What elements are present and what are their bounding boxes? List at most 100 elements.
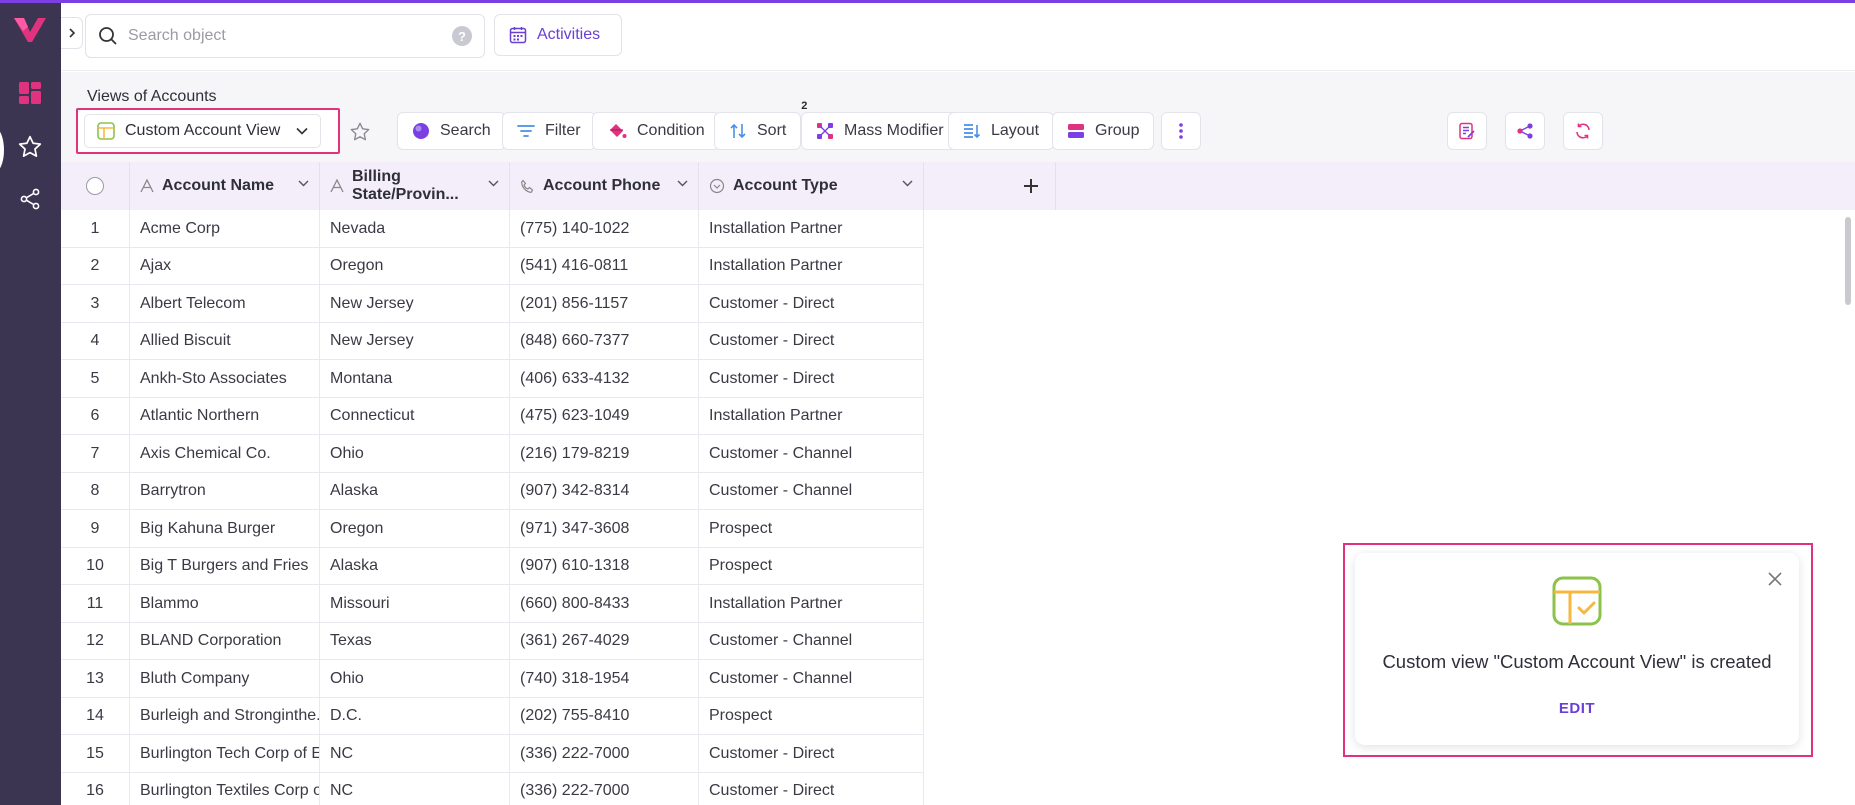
- table-row[interactable]: 2 Ajax Oregon (541) 416-0811 Installation Pa…: [61, 247, 924, 285]
- cell-billing-state[interactable]: New Jersey: [320, 285, 510, 323]
- view-selector-dropdown[interactable]: Custom Account View: [84, 114, 321, 148]
- cell-account-phone[interactable]: (336) 222-7000: [510, 772, 699, 805]
- cell-billing-state[interactable]: Montana: [320, 360, 510, 398]
- cell-account-phone[interactable]: (660) 800-8433: [510, 585, 699, 623]
- cell-billing-state[interactable]: Alaska: [320, 472, 510, 510]
- cell-account-type[interactable]: Customer - Channel: [699, 660, 924, 698]
- cell-account-phone[interactable]: (216) 179-8219: [510, 435, 699, 473]
- table-row[interactable]: 11 Blammo Missouri (660) 800-8433 Installati…: [61, 585, 924, 623]
- chevron-down-icon[interactable]: [902, 180, 913, 187]
- cell-account-name[interactable]: BLAND Corporation: [130, 622, 320, 660]
- cell-account-type[interactable]: Customer - Direct: [699, 322, 924, 360]
- cell-account-phone[interactable]: (201) 856-1157: [510, 285, 699, 323]
- cell-billing-state[interactable]: Connecticut: [320, 397, 510, 435]
- toast-edit-link[interactable]: EDIT: [1355, 700, 1799, 717]
- table-row[interactable]: 6 Atlantic Northern Connecticut (475) 623-1…: [61, 397, 924, 435]
- cell-account-name[interactable]: Ajax: [130, 247, 320, 285]
- cell-account-type[interactable]: Customer - Direct: [699, 772, 924, 805]
- table-row[interactable]: 14 Burleigh and Stronginthe... D.C. (202) 7…: [61, 697, 924, 735]
- table-row[interactable]: 1 Acme Corp Nevada (775) 140-1022 Installati…: [61, 210, 924, 248]
- table-row[interactable]: 13 Bluth Company Ohio (740) 318-1954 Custome…: [61, 660, 924, 698]
- cell-account-name[interactable]: Big Kahuna Burger: [130, 510, 320, 548]
- table-row[interactable]: 5 Ankh-Sto Associates Montana (406) 633-413…: [61, 360, 924, 398]
- column-header-account-type[interactable]: Account Type: [699, 162, 924, 210]
- favorites-star-icon[interactable]: [16, 133, 44, 161]
- cell-account-type[interactable]: Installation Partner: [699, 210, 924, 248]
- refresh-button[interactable]: [1563, 112, 1603, 150]
- cell-account-name[interactable]: Big T Burgers and Fries: [130, 547, 320, 585]
- group-button[interactable]: Group: [1052, 112, 1155, 150]
- cell-billing-state[interactable]: NC: [320, 735, 510, 773]
- layout-button[interactable]: Layout: [948, 112, 1055, 150]
- cell-account-type[interactable]: Customer - Direct: [699, 360, 924, 398]
- share-icon[interactable]: [16, 185, 44, 213]
- activities-button[interactable]: Activities: [494, 14, 622, 56]
- table-row[interactable]: 15 Burlington Tech Corp of E... NC (336) 22…: [61, 735, 924, 773]
- cell-account-name[interactable]: Atlantic Northern: [130, 397, 320, 435]
- chevron-down-icon[interactable]: [298, 180, 309, 187]
- cell-account-phone[interactable]: (907) 610-1318: [510, 547, 699, 585]
- column-header-account-name[interactable]: Account Name: [130, 162, 320, 210]
- cell-account-name[interactable]: Albert Telecom: [130, 285, 320, 323]
- cell-account-name[interactable]: Burlington Tech Corp of E...: [130, 735, 320, 773]
- cell-account-phone[interactable]: (336) 222-7000: [510, 735, 699, 773]
- cell-billing-state[interactable]: Missouri: [320, 585, 510, 623]
- table-row[interactable]: 3 Albert Telecom New Jersey (201) 856-1157 C…: [61, 285, 924, 323]
- table-row[interactable]: 10 Big T Burgers and Fries Alaska (907) 610…: [61, 547, 924, 585]
- mass-modifier-button[interactable]: Mass Modifier: [801, 112, 959, 150]
- cell-billing-state[interactable]: D.C.: [320, 697, 510, 735]
- chevron-down-icon[interactable]: [488, 180, 499, 187]
- help-icon[interactable]: ?: [452, 26, 472, 46]
- dashboard-icon[interactable]: [16, 79, 44, 107]
- cell-account-phone[interactable]: (541) 416-0811: [510, 247, 699, 285]
- select-all-checkbox[interactable]: [86, 177, 104, 195]
- cell-account-phone[interactable]: (475) 623-1049: [510, 397, 699, 435]
- search-input[interactable]: [128, 27, 452, 45]
- cell-account-type[interactable]: Customer - Channel: [699, 622, 924, 660]
- sort-button[interactable]: Sort 2: [714, 99, 811, 150]
- cell-account-name[interactable]: Barrytron: [130, 472, 320, 510]
- cell-account-type[interactable]: Customer - Direct: [699, 735, 924, 773]
- cell-account-name[interactable]: Burlington Textiles Corp of...: [130, 772, 320, 805]
- cell-account-type[interactable]: Installation Partner: [699, 247, 924, 285]
- cell-account-phone[interactable]: (848) 660-7377: [510, 322, 699, 360]
- cell-account-type[interactable]: Prospect: [699, 510, 924, 548]
- cell-billing-state[interactable]: New Jersey: [320, 322, 510, 360]
- cell-account-type[interactable]: Customer - Channel: [699, 472, 924, 510]
- close-icon[interactable]: [1763, 567, 1787, 591]
- cell-account-name[interactable]: Acme Corp: [130, 210, 320, 248]
- cell-billing-state[interactable]: Alaska: [320, 547, 510, 585]
- cell-account-phone[interactable]: (406) 633-4132: [510, 360, 699, 398]
- cell-billing-state[interactable]: Oregon: [320, 247, 510, 285]
- global-search[interactable]: ?: [85, 14, 485, 58]
- cell-account-name[interactable]: Burleigh and Stronginthe...: [130, 697, 320, 735]
- more-options-button[interactable]: [1161, 112, 1201, 150]
- column-header-billing-state[interactable]: Billing State/Provin...: [320, 162, 510, 210]
- cell-account-type[interactable]: Customer - Direct: [699, 285, 924, 323]
- table-row[interactable]: 4 Allied Biscuit New Jersey (848) 660-7377 C…: [61, 322, 924, 360]
- condition-button[interactable]: Condition: [592, 112, 720, 150]
- expand-sidebar-button[interactable]: [61, 17, 83, 49]
- share-view-button[interactable]: [1505, 112, 1545, 150]
- cell-account-phone[interactable]: (361) 267-4029: [510, 622, 699, 660]
- cell-account-name[interactable]: Allied Biscuit: [130, 322, 320, 360]
- favorite-view-star-icon[interactable]: [347, 119, 373, 145]
- vertical-scrollbar[interactable]: [1845, 217, 1851, 305]
- cell-account-type[interactable]: Installation Partner: [699, 585, 924, 623]
- cell-billing-state[interactable]: NC: [320, 772, 510, 805]
- table-row[interactable]: 12 BLAND Corporation Texas (361) 267-4029 Cu…: [61, 622, 924, 660]
- notes-button[interactable]: [1447, 112, 1487, 150]
- app-logo[interactable]: [12, 14, 48, 44]
- column-header-account-phone[interactable]: Account Phone: [510, 162, 699, 210]
- cell-billing-state[interactable]: Texas: [320, 622, 510, 660]
- cell-billing-state[interactable]: Oregon: [320, 510, 510, 548]
- filter-button[interactable]: Filter: [502, 112, 596, 150]
- cell-billing-state[interactable]: Ohio: [320, 435, 510, 473]
- cell-account-type[interactable]: Prospect: [699, 697, 924, 735]
- cell-account-name[interactable]: Bluth Company: [130, 660, 320, 698]
- cell-account-type[interactable]: Installation Partner: [699, 397, 924, 435]
- table-row[interactable]: 7 Axis Chemical Co. Ohio (216) 179-8219 Cust…: [61, 435, 924, 473]
- cell-account-phone[interactable]: (202) 755-8410: [510, 697, 699, 735]
- cell-account-phone[interactable]: (971) 347-3608: [510, 510, 699, 548]
- cell-account-type[interactable]: Customer - Channel: [699, 435, 924, 473]
